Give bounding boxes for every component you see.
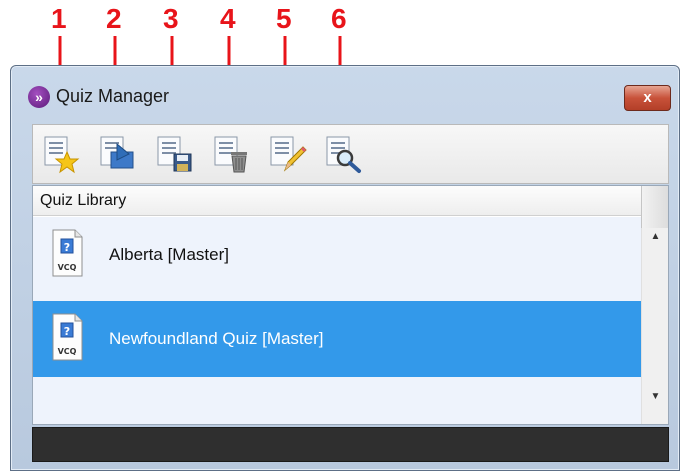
svg-text:VCQ: VCQ [58,347,77,356]
vcq-file-icon: ? VCQ [52,229,83,277]
scroll-down-icon[interactable]: ▼ [642,388,668,406]
quiz-list: ? VCQ Alberta [Master] ? VCQ Newfoundlan… [33,217,641,424]
save-quiz-button[interactable] [154,134,194,174]
svg-text:VCQ: VCQ [58,263,77,272]
quiz-name: Alberta [Master] [109,245,229,264]
callout-4: 4 [220,3,236,34]
callout-2: 2 [106,3,122,34]
import-quiz-button[interactable] [97,134,137,174]
delete-quiz-button[interactable] [211,134,251,174]
new-quiz-button[interactable] [41,134,81,174]
quiz-library-panel: Quiz Library ? VCQ Alberta [Master] ? VC… [32,185,669,425]
callout-3: 3 [163,3,179,34]
quiz-manager-window: » Quiz Manager x Quiz Library ? VCQ Albe… [10,65,680,471]
close-button[interactable]: x [624,85,671,111]
vertical-scrollbar[interactable]: ▲ ▼ [641,228,668,424]
status-bar [32,427,669,462]
list-item-alberta[interactable]: ? VCQ Alberta [Master] [33,217,641,293]
preview-quiz-button[interactable] [323,134,363,174]
window-title: Quiz Manager [56,86,170,106]
app-logo-icon: » [28,86,50,108]
list-item-newfoundland[interactable]: ? VCQ Newfoundland Quiz [Master] [33,301,641,377]
vcq-file-icon: ? VCQ [52,313,83,361]
callout-1: 1 [51,3,67,34]
svg-text:?: ? [64,241,70,254]
quiz-library-header[interactable]: Quiz Library [33,186,641,216]
quiz-name: Newfoundland Quiz [Master] [109,329,324,348]
header-corner [641,186,668,229]
scroll-up-icon[interactable]: ▲ [642,228,668,246]
callout-6: 6 [331,3,347,34]
trash-lid [231,152,247,155]
callout-5: 5 [276,3,292,34]
toolbar [32,124,669,184]
edit-quiz-button[interactable] [267,134,307,174]
svg-text:?: ? [64,325,70,338]
title-bar[interactable]: » Quiz Manager x [11,66,679,124]
